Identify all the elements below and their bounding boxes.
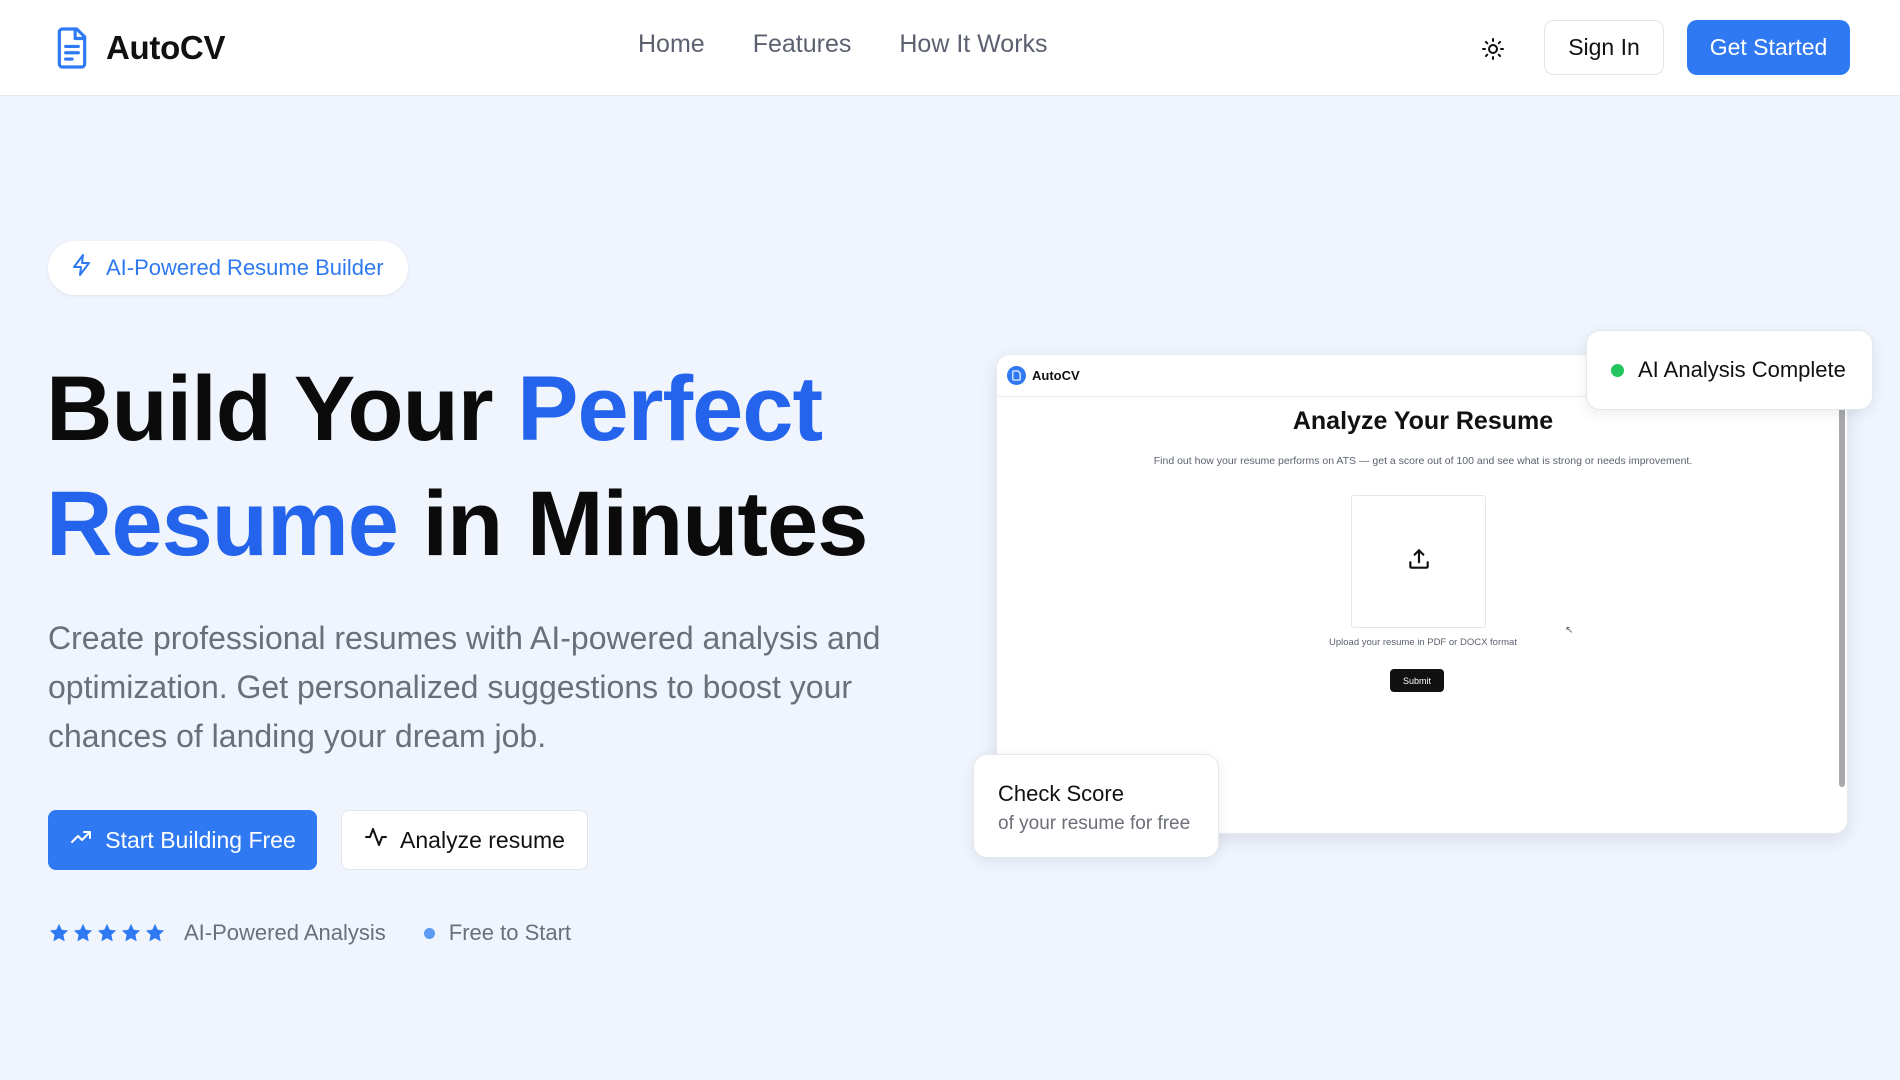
preview-scrollbar[interactable] [1839,407,1845,787]
upload-hint: Upload your resume in PDF or DOCX format [1329,637,1517,648]
submit-button[interactable]: Submit [1390,669,1444,692]
hero-headline: Build Your Perfect Resume in Minutes [46,352,926,582]
nav-features[interactable]: Features [753,30,852,59]
check-score-title: Check Score [998,781,1124,806]
sun-icon[interactable] [1476,32,1510,66]
upload-icon [1406,546,1432,577]
status-dot [1611,363,1624,377]
check-score-card: Check Score of your resume for free [973,754,1219,858]
brand-logo[interactable]: AutoCV [52,24,225,72]
hero-subtext: Create professional resumes with AI-powe… [48,620,881,754]
headline-highlight: Resume [46,473,399,575]
star-icon [73,923,93,942]
feature-pill-label: AI-Powered Resume Builder [106,255,384,280]
social-proof: AI-Powered Analysis Free to Start [48,918,571,948]
feature-pill: AI-Powered Resume Builder [48,241,408,295]
get-started-button[interactable]: Get Started [1687,20,1850,75]
bullet-dot [423,927,435,939]
preview-brand: AutoCV [1032,368,1080,383]
check-score-subtitle: of your resume for free [998,813,1191,834]
document-icon [1007,366,1026,385]
document-icon [52,24,92,72]
trending-up-icon [69,825,93,855]
rating-stars [48,922,166,944]
start-building-label: Start Building Free [105,826,296,853]
brand-name: AutoCV [106,29,226,66]
star-icon [49,923,69,942]
nav-home[interactable]: Home [638,30,705,59]
preview-title: Analyze Your Resume [1292,407,1554,435]
sign-in-button[interactable]: Sign In [1544,20,1664,75]
analyze-resume-label: Analyze resume [400,826,565,853]
analysis-status-label: AI Analysis Complete [1638,357,1846,382]
star-icon [145,923,165,942]
analyze-resume-button[interactable]: Analyze resume [341,810,588,870]
star-icon [97,923,117,942]
proof-ai-analysis: AI-Powered Analysis [184,920,386,945]
headline-highlight: Perfect [517,358,823,460]
preview-description: Find out how your resume performs on ATS… [1153,455,1693,467]
nav-how-it-works[interactable]: How It Works [899,30,1047,59]
top-navbar: AutoCV Home Features How It Works Sign I… [0,0,1900,96]
activity-icon [364,825,388,855]
start-building-button[interactable]: Start Building Free [48,810,317,870]
cursor-icon: ↖ [1565,625,1574,636]
star-icon [121,923,141,942]
headline-part: Build Your [46,358,518,460]
analysis-status-badge: AI Analysis Complete [1586,330,1873,410]
proof-free-to-start: Free to Start [448,920,572,945]
main-nav: Home Features How It Works [638,30,1048,59]
headline-part: in Minutes [397,473,868,575]
lightning-icon [70,253,94,283]
upload-dropzone[interactable] [1351,495,1486,628]
